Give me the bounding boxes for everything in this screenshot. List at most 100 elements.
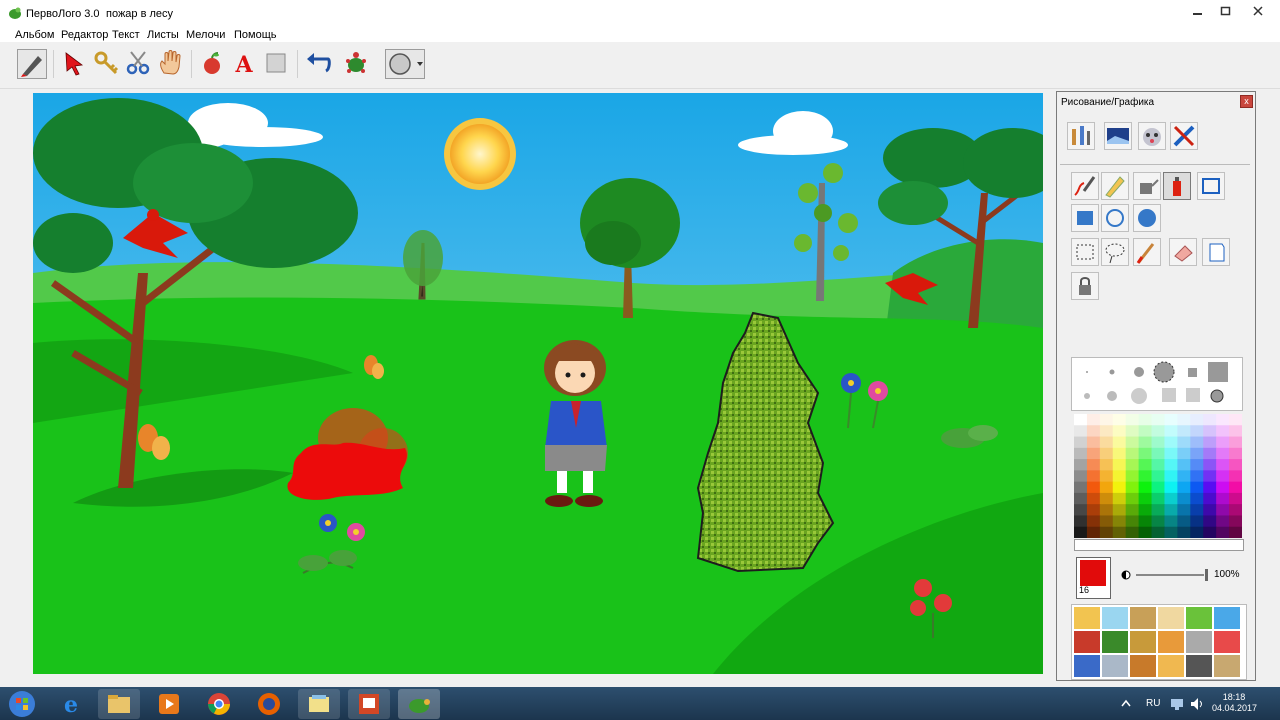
new-sheet-tool[interactable] <box>1202 238 1230 266</box>
taskbar-ie[interactable]: e <box>50 689 92 719</box>
square-button[interactable] <box>262 49 292 79</box>
menu-trifles[interactable]: Мелочи <box>186 28 225 42</box>
character-icon <box>1143 128 1161 146</box>
toolbar: A <box>0 42 1280 89</box>
presentation-icon <box>359 694 379 714</box>
turtle-app-icon <box>9 7 21 19</box>
pointer-icon <box>65 52 84 76</box>
current-color-swatch <box>1080 560 1106 586</box>
brushes-tab[interactable] <box>1067 122 1095 150</box>
taskbar-explorer[interactable] <box>98 689 140 719</box>
picture-icon <box>1107 128 1129 144</box>
lasso-icon <box>1105 243 1125 264</box>
minimize-icon <box>1193 13 1202 15</box>
background-tab[interactable] <box>1104 122 1132 150</box>
menu-album[interactable]: Альбом <box>15 28 54 42</box>
opacity-icon <box>1121 570 1131 580</box>
chevron-down-icon <box>417 62 423 66</box>
spray-can-icon <box>1173 177 1181 196</box>
filled-ellipse-tool[interactable] <box>1133 204 1161 232</box>
menu-editor[interactable]: Редактор <box>61 28 108 42</box>
scissors-button[interactable] <box>124 49 154 79</box>
ellipse-outline-tool[interactable] <box>1101 204 1129 232</box>
text-button[interactable]: A <box>230 49 260 79</box>
turtle-button[interactable] <box>342 49 372 79</box>
brushes-icon <box>1072 126 1090 145</box>
menu-text[interactable]: Текст <box>112 28 140 42</box>
language-indicator[interactable]: RU <box>1146 698 1160 709</box>
color-palette[interactable] <box>1074 414 1243 539</box>
panel-tabs <box>1060 112 1250 165</box>
network-icon[interactable] <box>1170 697 1184 711</box>
scissors-icon <box>126 51 150 75</box>
scene <box>33 93 1043 674</box>
page-icon <box>1209 243 1225 262</box>
media-player-icon <box>159 694 179 714</box>
panel-close-button[interactable]: x <box>1240 95 1253 108</box>
filled-rectangle-tool[interactable] <box>1071 204 1099 232</box>
filled-rectangle-icon <box>1077 211 1093 225</box>
taskbar-files[interactable] <box>298 689 340 719</box>
menu-help[interactable]: Помощь <box>234 28 277 42</box>
hand-button[interactable] <box>156 49 186 79</box>
turtle-brush-button[interactable] <box>17 49 47 79</box>
undo-button[interactable] <box>304 49 334 79</box>
opacity-slider-thumb[interactable] <box>1205 569 1208 581</box>
taskbar-media[interactable] <box>148 689 190 719</box>
menu-bar: Альбом Редактор Текст Листы Мелочи Помощ… <box>0 28 1280 42</box>
document-title: пожар в лесу <box>106 8 174 20</box>
hand-icon <box>160 50 181 75</box>
palette-swatches <box>1074 414 1243 539</box>
taskbar-pervologo[interactable] <box>398 689 440 719</box>
start-button[interactable] <box>2 689 42 719</box>
lock-tool[interactable] <box>1071 272 1099 300</box>
volume-icon[interactable] <box>1190 697 1204 711</box>
current-color-box[interactable]: 16 <box>1076 557 1111 599</box>
brush-size-selector[interactable] <box>1071 357 1243 411</box>
texture-palette[interactable] <box>1071 604 1247 680</box>
custom-color-strip[interactable] <box>1074 539 1244 551</box>
lasso-tool[interactable] <box>1101 238 1129 266</box>
clock-date: 04.04.2017 <box>1212 703 1258 713</box>
pencil-tool[interactable] <box>1101 172 1129 200</box>
brush-size-value: 16 <box>1079 585 1090 595</box>
folder-icon <box>108 695 130 713</box>
tray-expand-icon[interactable] <box>1120 698 1132 708</box>
close-button[interactable] <box>1236 0 1280 22</box>
key-icon <box>94 51 119 75</box>
firefox-icon <box>258 693 280 715</box>
taskbar-presentation[interactable] <box>348 689 390 719</box>
eraser-icon <box>1174 245 1193 262</box>
brush-tool[interactable] <box>1133 238 1161 266</box>
svg-text:A: A <box>234 52 253 77</box>
pencil-icon <box>1105 176 1125 198</box>
square-icon <box>266 53 286 73</box>
clock-time: 18:18 <box>1222 692 1246 702</box>
pointer-button[interactable] <box>60 49 90 79</box>
rectangle-select-tool[interactable] <box>1071 238 1099 266</box>
rectangle-outline-icon <box>1202 178 1220 194</box>
title-bar: ПервоЛого 3.0 пожар в лесу <box>0 0 1280 29</box>
stamps-tab[interactable] <box>1138 122 1166 150</box>
ellipse-outline-icon <box>1106 209 1124 227</box>
taskbar-firefox[interactable] <box>248 689 290 719</box>
taskbar-chrome[interactable] <box>198 689 240 719</box>
shape-dropdown[interactable] <box>385 49 425 79</box>
rectangle-outline-tool[interactable] <box>1197 172 1225 200</box>
drawing-canvas[interactable] <box>33 93 1043 674</box>
spray-tool[interactable] <box>1163 172 1191 200</box>
lock-icon <box>1079 277 1091 295</box>
undo-icon <box>307 53 331 73</box>
clock[interactable]: 18:18 04.04.2017 <box>1212 692 1258 714</box>
pen-tool[interactable] <box>1071 172 1099 200</box>
opacity-value: 100% <box>1214 569 1240 580</box>
turtle-app-icon <box>409 699 430 713</box>
menu-sheets[interactable]: Листы <box>147 28 179 42</box>
key-button[interactable] <box>92 49 122 79</box>
eraser-tool[interactable] <box>1169 238 1197 266</box>
opacity-slider[interactable] <box>1136 574 1204 576</box>
watering-can-tool[interactable] <box>1133 172 1161 200</box>
apple-button[interactable] <box>198 49 228 79</box>
documents-icon <box>309 695 329 712</box>
tools-tab[interactable] <box>1170 122 1198 150</box>
